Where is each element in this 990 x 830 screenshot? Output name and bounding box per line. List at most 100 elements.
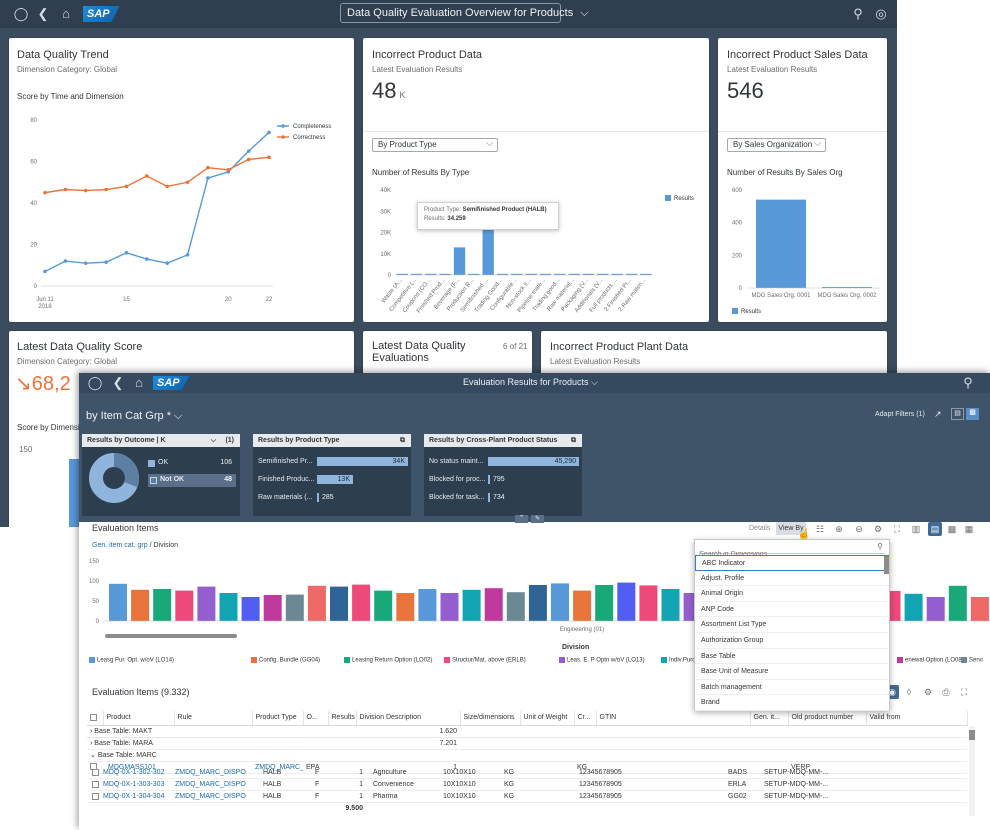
- column-settings-icon[interactable]: ☷: [813, 522, 827, 536]
- search-icon[interactable]: ⚲: [849, 0, 867, 28]
- dimension-option[interactable]: Base Table: [695, 649, 889, 665]
- bar-finished[interactable]: 13K: [317, 475, 353, 484]
- legend-item[interactable]: Leas. E. P Optn w/oV (LO13): [559, 657, 645, 664]
- expand-icon[interactable]: ⧉: [400, 434, 405, 447]
- app-title-menu[interactable]: Evaluation Results for Products ⌵: [463, 377, 598, 388]
- column-header[interactable]: Gen. it...: [750, 711, 789, 726]
- product-type-select[interactable]: By Product Type: [372, 137, 498, 152]
- table-only-view-icon[interactable]: ▦: [962, 522, 976, 536]
- home-icon[interactable]: ⌂: [57, 0, 75, 28]
- cell-rule[interactable]: ZMDQ_MARC_DISPO: [175, 793, 253, 800]
- hide-details-icon[interactable]: ◊: [902, 685, 916, 699]
- scrollbar-thumb[interactable]: [969, 730, 975, 740]
- dimension-option[interactable]: Authorization Group: [695, 633, 889, 649]
- back-icon[interactable]: ❮: [34, 0, 52, 28]
- column-header[interactable]: Rule: [174, 711, 253, 726]
- legend-item[interactable]: enewal Option (LO08): [897, 657, 964, 664]
- chart-type-icon[interactable]: ▥: [909, 522, 923, 536]
- search-icon[interactable]: ⚲: [877, 542, 883, 551]
- table-scrollbar[interactable]: [969, 726, 975, 816]
- card-data-quality-trend[interactable]: Data Quality Trend Dimension Category: G…: [9, 38, 354, 322]
- user-icon[interactable]: ◯: [12, 0, 30, 28]
- dropdown-scrollbar[interactable]: [884, 556, 889, 574]
- breadcrumb-link[interactable]: Gen. item cat. grp: [92, 542, 148, 549]
- group-row[interactable]: ⌄ Base Table: MARC: [87, 749, 967, 762]
- tile-results-by-product-type[interactable]: Results by Product Type ⧉ Semifinished Pr…: [253, 434, 411, 516]
- bar-blocked-proc[interactable]: [488, 475, 490, 484]
- column-header[interactable]: Size/dimensions: [460, 711, 521, 726]
- bar-raw-materials[interactable]: [317, 493, 319, 502]
- dimension-option[interactable]: Animal Origin: [695, 586, 889, 602]
- legend-item[interactable]: Servi: [961, 657, 983, 664]
- bar-no-status[interactable]: 45,290: [488, 457, 579, 466]
- settings-icon[interactable]: ⚙: [871, 522, 885, 536]
- collapse-header-icon[interactable]: ⌃: [515, 515, 528, 523]
- table-view-icon[interactable]: ▤: [951, 408, 964, 420]
- sap-logo[interactable]: SAP: [83, 6, 120, 22]
- tile-results-by-status[interactable]: Results by Cross-Plant Product Status ⧉ N…: [424, 434, 582, 516]
- card-incorrect-product-data[interactable]: Incorrect Product Data Latest Evaluation…: [363, 38, 709, 322]
- collapse-icon[interactable]: ⌄: [90, 752, 96, 759]
- table-settings-icon[interactable]: ⚙: [921, 685, 935, 699]
- cell-product[interactable]: MDQ-0X-1-304-304: [103, 793, 175, 800]
- cell-rule[interactable]: ZMDQ_MARC_DISPO: [175, 769, 253, 776]
- dimension-search-input[interactable]: [699, 551, 869, 558]
- home-icon[interactable]: ⌂: [130, 373, 148, 393]
- cell-product[interactable]: MDQ-0X-1-303-303: [103, 781, 175, 788]
- column-header[interactable]: O...: [303, 711, 329, 726]
- group-row[interactable]: › Base Table: MAKT 1.620: [87, 725, 967, 738]
- back-icon[interactable]: ❮: [109, 373, 127, 393]
- fullscreen-icon[interactable]: ⛶: [890, 522, 904, 536]
- column-header[interactable]: Results: [328, 711, 357, 726]
- expand-icon[interactable]: ›: [90, 728, 92, 735]
- column-header[interactable]: Cr...: [574, 711, 597, 726]
- legend-item[interactable]: Leasg Pur. Opt. w/oV (LO14): [89, 657, 174, 664]
- share-icon[interactable]: ↗: [934, 409, 942, 420]
- bar-blocked-task[interactable]: [488, 493, 490, 502]
- column-header[interactable]: Product Type: [252, 711, 304, 726]
- dimension-option[interactable]: Brand: [695, 695, 889, 711]
- card-incorrect-sales-data[interactable]: Incorrect Product Sales Data Latest Eval…: [718, 38, 887, 322]
- dimension-option[interactable]: Batch management: [695, 680, 889, 696]
- table-row[interactable]: MDQ-0X-1-302-302 ZMDQ_MARC_DISPO HALB F 1 Agr…: [87, 767, 967, 779]
- legend-item[interactable]: Leasing Return Option (LO02): [344, 657, 432, 664]
- sap-logo[interactable]: SAP: [153, 376, 190, 390]
- dimension-search[interactable]: ⚲: [699, 542, 885, 558]
- adapt-filters-button[interactable]: Adapt Filters (1): [875, 411, 925, 418]
- variant-selector[interactable]: by Item Cat Grp * ⌵: [86, 410, 182, 423]
- legend-item[interactable]: Structur/Mat. above (ERLB): [444, 657, 526, 664]
- column-header[interactable]: Old product number: [788, 711, 867, 726]
- search-icon[interactable]: ⚲: [959, 373, 977, 393]
- user-icon[interactable]: ◯: [86, 373, 104, 393]
- app-title-menu[interactable]: Data Quality Evaluation Overview for Pro…: [340, 3, 589, 23]
- dimension-option[interactable]: ANP Code: [695, 602, 889, 618]
- table-fullscreen-icon[interactable]: ⛶: [957, 685, 971, 699]
- tile-results-by-outcome[interactable]: Results by Outcome | K (1) ⌵ OK 106 Not OK…: [82, 434, 240, 516]
- bar-semifinished[interactable]: 34K: [317, 457, 408, 466]
- column-header[interactable]: Valid from: [866, 711, 968, 726]
- table-row[interactable]: MDQ-0X-1-303-303 ZMDQ_MARC_DISPO HALB F 1 Con…: [87, 779, 967, 791]
- expand-icon[interactable]: ⧉: [571, 434, 576, 447]
- column-header[interactable]: Unit of Weight: [520, 711, 575, 726]
- pin-header-icon[interactable]: ✎: [531, 515, 544, 523]
- column-header[interactable]: Division Description: [356, 711, 461, 726]
- zoom-out-icon[interactable]: ⊖: [852, 522, 866, 536]
- outcome-row-not-ok[interactable]: Not OK 48: [148, 474, 236, 487]
- chart-table-view-icon[interactable]: ▤: [928, 522, 942, 536]
- select-all-checkbox[interactable]: [87, 711, 104, 726]
- expand-icon[interactable]: ›: [90, 740, 92, 747]
- legend-item[interactable]: Config. Bundle (GG04): [251, 657, 320, 664]
- export-icon[interactable]: ⎙: [939, 685, 953, 699]
- dimension-option[interactable]: Base Unit of Measure: [695, 664, 889, 680]
- row-checkbox[interactable]: [92, 781, 99, 788]
- column-header[interactable]: GTIN: [596, 711, 751, 726]
- cell-product[interactable]: MDQ-0X-1-302-302: [103, 769, 175, 776]
- outcome-row-ok[interactable]: OK 106: [148, 458, 236, 469]
- chart-only-view-icon[interactable]: ▩: [945, 522, 959, 536]
- notifications-icon[interactable]: ◎: [872, 0, 890, 28]
- dimension-option[interactable]: Adjust. Profile: [695, 571, 889, 587]
- dimension-option[interactable]: Assortment List Type: [695, 617, 889, 633]
- column-header[interactable]: Product: [103, 711, 175, 726]
- chart-view-icon[interactable]: ▩: [966, 408, 979, 420]
- cell-rule[interactable]: ZMDQ_MARC_DISPO: [175, 781, 253, 788]
